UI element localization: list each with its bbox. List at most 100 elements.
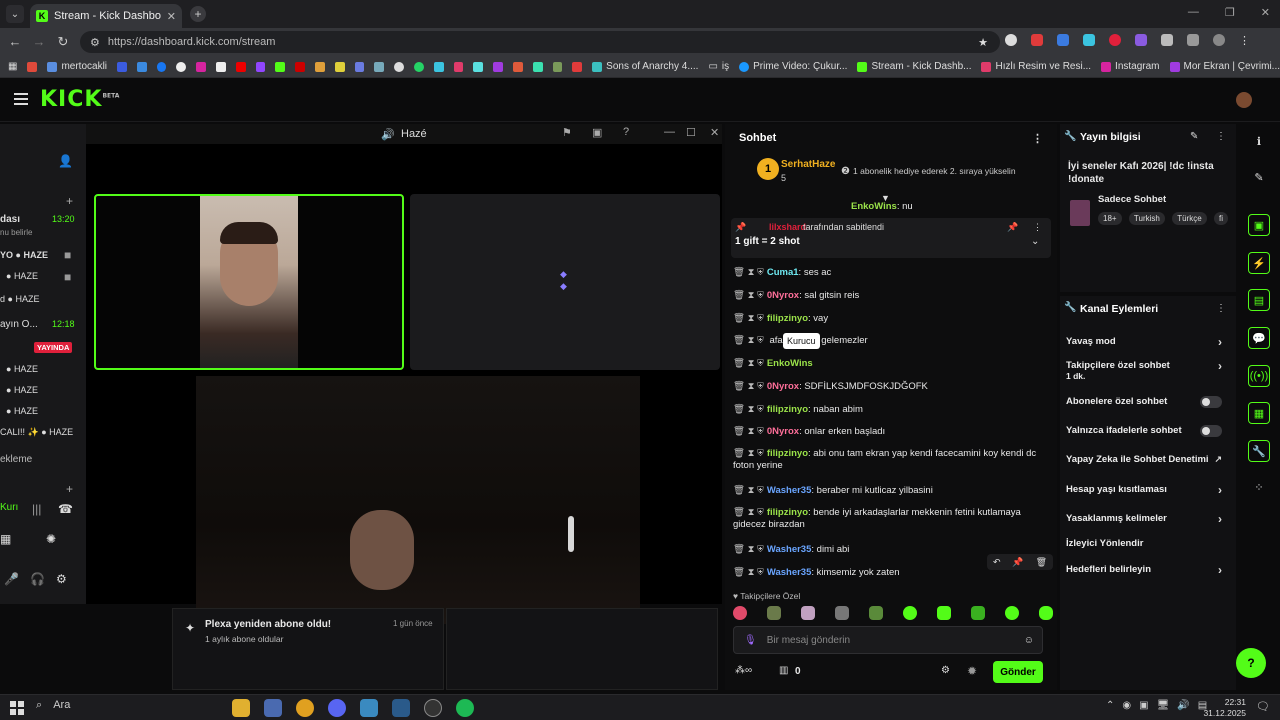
mic-icon[interactable]: 🎙	[744, 635, 757, 646]
maximize-icon[interactable]: ☐	[686, 126, 696, 139]
url-bar[interactable]: ⚙ https://dashboard.kick.com/stream ★	[80, 31, 1000, 53]
lightning-icon[interactable]: ⚡	[1248, 252, 1270, 274]
bookmark-favicon-icon[interactable]	[493, 61, 503, 72]
emote-icon[interactable]	[1039, 606, 1053, 620]
emote-icon[interactable]	[903, 606, 917, 620]
chat-username[interactable]: Washer35	[767, 485, 812, 496]
chat-message[interactable]: 🗑 ⧗ ⛨ 0Nyrox: SDFİLKSJMDFOSKJDĞOFK	[733, 381, 1053, 393]
bookmark-folder[interactable]: ▭ iş	[708, 61, 729, 72]
extension-icon[interactable]	[1083, 34, 1095, 46]
windows-start-icon[interactable]	[10, 701, 24, 715]
chat-message[interactable]: 🗑 ⧗ ⛨ EnkoWins	[733, 358, 1053, 370]
emote-icon[interactable]	[1005, 606, 1019, 620]
steam-icon[interactable]	[374, 61, 385, 72]
github-icon[interactable]	[394, 61, 404, 72]
chat-username[interactable]: filipzinyo	[767, 404, 808, 415]
edit-icon[interactable]: ✎	[1248, 166, 1270, 188]
more-options-icon[interactable]: ⋮	[1032, 132, 1043, 145]
bookmark-favicon-icon[interactable]	[315, 61, 325, 72]
channel-action-item[interactable]: Hedefleri belirleyin ›	[1066, 563, 1230, 577]
file-explorer-icon[interactable]	[232, 699, 250, 717]
bookmark-item[interactable]	[27, 61, 38, 72]
headphone-icon[interactable]: 🎧	[30, 572, 45, 586]
browser-menu-icon[interactable]: ⋮	[1239, 34, 1250, 47]
chat-message[interactable]: 🗑 ⧗ ⛨ Cuma1: ses ac	[733, 267, 1053, 279]
settings-icon[interactable]: ⚙	[941, 665, 950, 676]
chat-message[interactable]: 🗑 ⧗ ⛨ filipzinyo: bende iyi arkadaşlarlar…	[733, 507, 1053, 531]
bookmark-item[interactable]: Stream - Kick Dashb...	[857, 61, 971, 72]
reply-icon[interactable]: ↶	[993, 557, 1001, 568]
extensions-puzzle-icon[interactable]	[1161, 34, 1173, 46]
bookmark-item[interactable]: Mor Ekran | Çevrimi...	[1169, 61, 1280, 72]
network-icon[interactable]: 🖥	[1157, 700, 1170, 711]
reading-list-icon[interactable]	[1187, 34, 1199, 46]
kick-logo[interactable]: KICKBETA	[40, 87, 119, 112]
toggle-switch[interactable]	[1200, 396, 1222, 408]
taskbar-search[interactable]: ⌕ Ara	[36, 699, 70, 712]
notes-icon[interactable]: ▤	[1248, 289, 1270, 311]
youtube-icon[interactable]	[235, 61, 246, 72]
channel-action-item[interactable]: Yasaklanmış kelimeler ›	[1066, 512, 1230, 526]
chat-username[interactable]: filipzinyo	[767, 313, 808, 324]
mod-tools-icon[interactable]: 🗑 ⧗ ⛨	[733, 267, 764, 278]
bookmark-favicon-icon[interactable]	[453, 61, 464, 72]
bookmark-item[interactable]: mertocakli	[47, 61, 107, 72]
bookmark-favicon-icon[interactable]	[117, 61, 127, 72]
extension-icon[interactable]	[1057, 34, 1069, 46]
reload-icon[interactable]: ↻	[52, 34, 74, 50]
chat-username[interactable]: Washer35	[767, 544, 812, 555]
chat-message[interactable]: 🗑 ⧗ ⛨ filipzinyo: abi onu tam ekran yap k…	[733, 448, 1053, 472]
mod-tools-icon[interactable]: 🗑 ⧗ ⛨	[733, 290, 764, 301]
app-icon[interactable]	[360, 699, 378, 717]
emoji-icon[interactable]: ☺	[1024, 635, 1034, 646]
apps-icon[interactable]: ⁘	[1248, 476, 1270, 498]
expand-chevron-icon[interactable]: ⌄	[1031, 236, 1039, 247]
add-user-icon[interactable]: 👤	[58, 154, 73, 168]
discord-icon[interactable]	[328, 699, 346, 717]
webcam-tile[interactable]: ◆ ◆	[410, 194, 720, 370]
extension-icon[interactable]	[1031, 34, 1043, 46]
pinned-message[interactable]: 📌 lilxshard tarafından sabitlendi 📌 ⋮ 1 …	[731, 218, 1051, 258]
mod-tools-icon[interactable]: 🗑 ⧗ ⛨	[733, 313, 764, 324]
add-icon[interactable]: +	[66, 482, 73, 496]
apps-grid-icon[interactable]: ▦	[8, 61, 17, 72]
send-button[interactable]: Gönder	[993, 661, 1043, 683]
spotify-icon[interactable]	[456, 699, 474, 717]
list-item[interactable]: d ● HAZE	[0, 294, 39, 304]
browser-tab[interactable]: K Stream - Kick Dashboard ✕	[30, 4, 182, 28]
bookmark-item[interactable]: Hızlı Resim ve Resi...	[981, 61, 1091, 72]
bookmark-star-icon[interactable]: ★	[978, 36, 988, 49]
chat-message[interactable]: 🗑 ⧗ ⛨ 0Nyrox: sal gitsin reis	[733, 290, 1053, 302]
chat-username[interactable]: 0Nyrox	[767, 381, 799, 392]
bookmark-favicon-icon[interactable]	[572, 61, 583, 72]
maximize-icon[interactable]: ❐	[1225, 6, 1235, 19]
edit-icon[interactable]: ✎	[1190, 131, 1198, 142]
pin-more-icon[interactable]: ⋮	[1033, 222, 1042, 233]
tag-pill[interactable]: 18+	[1098, 212, 1122, 225]
tab-list-button[interactable]: ⌄	[6, 5, 24, 23]
settings-icon[interactable]: ⚙	[56, 572, 67, 586]
emote-icon[interactable]	[767, 606, 781, 620]
bookmark-favicon-icon[interactable]	[552, 61, 563, 72]
camera-tool-icon[interactable]: ▣	[1248, 214, 1270, 236]
gift-box-icon[interactable]: ▥	[779, 665, 788, 676]
bookmark-favicon-icon[interactable]	[295, 61, 305, 72]
channel-action-item[interactable]: Yavaş mod ›	[1066, 335, 1230, 349]
extension-icon[interactable]	[1109, 34, 1121, 46]
chat-message[interactable]: 🗑 ⧗ ⛨ afalar güzel gelemezler	[733, 335, 1053, 347]
chat-username[interactable]: Washer35	[767, 567, 812, 578]
x-icon[interactable]	[216, 61, 226, 72]
channel-action-item[interactable]: Yapay Zeka ile Sohbet Denetimi ↗	[1066, 454, 1230, 465]
list-item[interactable]: CALI!! ✨ ● HAZE	[0, 427, 73, 438]
webcam-tile-active[interactable]	[94, 194, 404, 370]
mod-tools-icon[interactable]: 🗑 ⧗ ⛨	[733, 485, 764, 496]
obs-icon[interactable]	[424, 699, 442, 717]
volume-icon[interactable]: 🔊	[1177, 700, 1189, 711]
popout-icon[interactable]: ▣	[592, 126, 602, 139]
bookmark-favicon-icon[interactable]	[532, 61, 543, 72]
close-window-icon[interactable]: ✕	[1261, 6, 1270, 19]
tag-pill[interactable]: Turkish	[1128, 212, 1165, 225]
list-item[interactable]: ● HAZE	[6, 406, 38, 416]
bookmark-favicon-icon[interactable]	[136, 61, 147, 72]
hangup-icon[interactable]: ☎	[58, 502, 73, 516]
